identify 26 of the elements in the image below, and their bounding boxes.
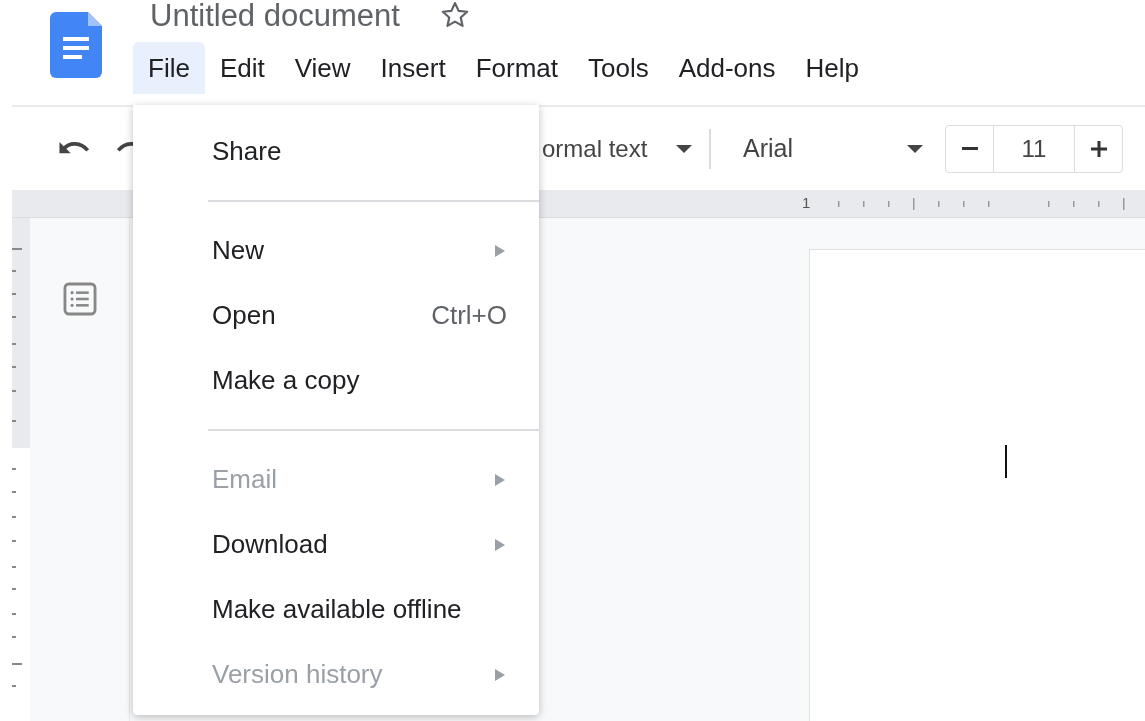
menu-item[interactable]: Make available offline bbox=[133, 577, 539, 642]
document-title[interactable]: Untitled document bbox=[150, 0, 400, 31]
font-dropdown[interactable]: Arial bbox=[743, 123, 923, 174]
minus-icon bbox=[961, 146, 978, 151]
menu-bar-item[interactable]: Edit bbox=[204, 42, 280, 94]
star-icon[interactable] bbox=[439, 0, 470, 30]
menu-bar-item[interactable]: View bbox=[279, 42, 366, 94]
menu-item[interactable]: Open Ctrl+O bbox=[133, 283, 539, 348]
dropdown-caret-icon bbox=[676, 144, 692, 153]
text-cursor bbox=[1005, 445, 1007, 478]
menu-bar-item[interactable]: Insert bbox=[365, 42, 461, 94]
docs-logo-icon[interactable] bbox=[50, 12, 102, 78]
menu-item[interactable]: Make a copy bbox=[133, 348, 539, 413]
menu-bar-item[interactable]: Help bbox=[790, 42, 874, 94]
menu-bar-item[interactable]: Add-ons bbox=[663, 42, 791, 94]
ruler-label: 1 bbox=[802, 193, 811, 214]
menu-bar-item[interactable]: File bbox=[133, 42, 205, 94]
menu-item[interactable]: Share bbox=[133, 119, 539, 184]
shortcut-label: Ctrl+O bbox=[431, 299, 507, 332]
menu-item[interactable]: Download bbox=[133, 512, 539, 577]
plus-icon bbox=[1090, 140, 1107, 157]
menu-bar-item[interactable]: Format bbox=[460, 42, 573, 94]
menu-bar-item[interactable]: Tools bbox=[573, 42, 664, 94]
menu-item[interactable]: New bbox=[133, 218, 539, 283]
style-dropdown[interactable]: ormal text bbox=[542, 123, 692, 174]
dropdown-caret-icon bbox=[907, 144, 923, 153]
